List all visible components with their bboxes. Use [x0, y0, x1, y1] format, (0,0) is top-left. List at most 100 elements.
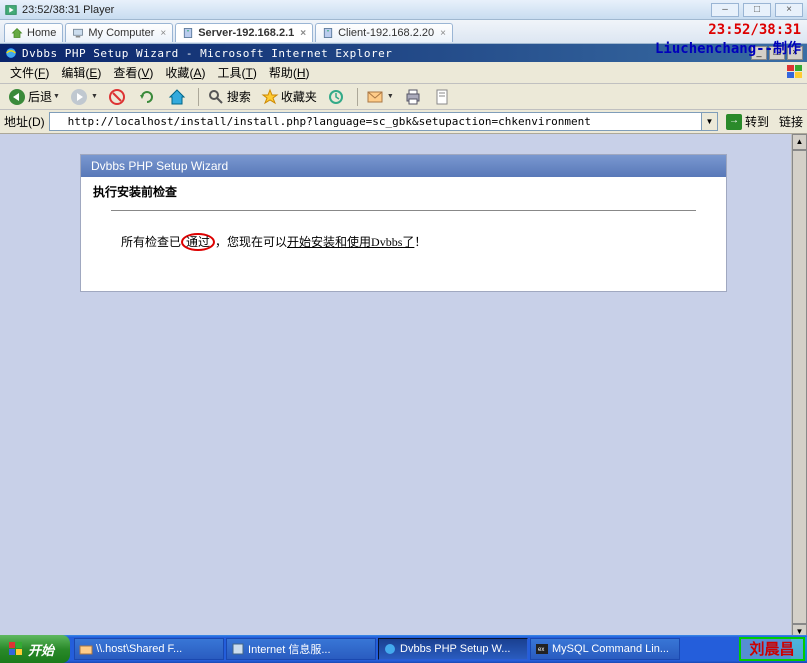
ie-title: Dvbbs PHP Setup Wizard - Microsoft Inter…	[22, 47, 749, 60]
close-button[interactable]: ×	[775, 3, 803, 17]
overlay-watermark: 23:52/38:31 Liuchenchang--制作	[655, 22, 801, 58]
body-text: ！	[414, 235, 426, 249]
menu-view[interactable]: 查看(V)	[107, 62, 159, 83]
taskbar-item-mysql[interactable]: ex MySQL Command Lin...	[530, 638, 680, 660]
taskbar-item-iis[interactable]: Internet 信息服...	[226, 638, 376, 660]
tab-mycomputer[interactable]: My Computer ×	[65, 23, 173, 42]
favorites-label: 收藏夹	[281, 88, 317, 105]
dropdown-icon: ▼	[91, 93, 98, 100]
addressbar: 地址(D) ▼ 转到 链接	[0, 110, 807, 134]
history-icon	[327, 88, 345, 106]
tab-client[interactable]: Client-192.168.2.20 ×	[315, 23, 453, 42]
menubar: 文件(F) 编辑(E) 查看(V) 收藏(A) 工具(T) 帮助(H)	[0, 62, 807, 84]
search-button[interactable]: 搜索	[203, 86, 255, 108]
tab-close-icon[interactable]: ×	[160, 28, 166, 39]
windows-flag-icon	[8, 641, 24, 657]
wizard-header: Dvbbs PHP Setup Wizard	[81, 155, 726, 177]
edit-icon	[434, 88, 452, 106]
home-button[interactable]	[164, 86, 192, 108]
wizard-subheading: 执行安装前检查	[81, 177, 726, 206]
vertical-scrollbar[interactable]: ▲ ▼	[791, 134, 807, 640]
taskbar-item-shared[interactable]: \\.host\Shared F...	[74, 638, 224, 660]
forward-icon	[70, 88, 88, 106]
divider	[111, 210, 696, 211]
toolbar: 后退 ▼ ▼ 搜索 收藏夹	[0, 84, 807, 110]
mail-button[interactable]: ▼	[362, 86, 398, 108]
client-icon	[322, 27, 334, 39]
taskbar-items: \\.host\Shared F... Internet 信息服... Dvbb…	[70, 636, 791, 662]
favorites-button[interactable]: 收藏夹	[257, 86, 321, 108]
home-icon	[168, 88, 186, 106]
back-icon	[8, 88, 26, 106]
go-button[interactable]: 转到	[722, 111, 773, 132]
start-label: 开始	[28, 640, 54, 659]
address-input[interactable]	[49, 112, 702, 131]
player-icon	[4, 3, 18, 17]
menu-help[interactable]: 帮助(H)	[263, 62, 316, 83]
refresh-button[interactable]	[134, 86, 162, 108]
svg-text:ex: ex	[538, 647, 544, 653]
computer-icon	[72, 27, 84, 39]
taskbar-item-label: \\.host\Shared F...	[96, 643, 182, 655]
overlay-author: Liuchenchang--制作	[655, 38, 801, 58]
start-button[interactable]: 开始	[0, 635, 70, 663]
print-button[interactable]	[400, 86, 428, 108]
overlay-time: 23:52/38:31	[655, 22, 801, 38]
dropdown-icon: ▼	[53, 93, 60, 100]
forward-button[interactable]: ▼	[66, 86, 102, 108]
body-text: 所有检查已	[121, 235, 181, 249]
mail-icon	[366, 88, 384, 106]
tab-server[interactable]: Server-192.168.2.1 ×	[175, 23, 313, 42]
maximize-button[interactable]: □	[743, 3, 771, 17]
tab-label: Home	[27, 27, 56, 39]
search-label: 搜索	[227, 88, 251, 105]
separator	[357, 88, 358, 106]
print-icon	[404, 88, 422, 106]
player-titlebar: 23:52/38:31 Player – □ ×	[0, 0, 807, 20]
tab-close-icon[interactable]: ×	[440, 28, 446, 39]
back-label: 后退	[28, 88, 52, 105]
menu-favorites[interactable]: 收藏(A)	[159, 62, 211, 83]
search-icon	[207, 88, 225, 106]
stop-icon	[108, 88, 126, 106]
scroll-up-button[interactable]: ▲	[792, 134, 807, 150]
edit-button[interactable]	[430, 86, 458, 108]
go-label: 转到	[745, 113, 769, 130]
address-dropdown-button[interactable]: ▼	[702, 112, 718, 131]
menu-file[interactable]: 文件(F)	[4, 62, 55, 83]
tab-home[interactable]: Home	[4, 23, 63, 42]
links-button[interactable]: 链接	[779, 113, 803, 130]
console-icon: ex	[535, 642, 549, 656]
ie-icon	[383, 642, 397, 656]
tab-label: Server-192.168.2.1	[198, 27, 294, 39]
minimize-button[interactable]: –	[711, 3, 739, 17]
go-icon	[726, 114, 742, 130]
circled-pass: 通过	[181, 233, 215, 251]
taskbar-item-label: MySQL Command Lin...	[552, 643, 669, 655]
taskbar-item-dvbbs[interactable]: Dvbbs PHP Setup W...	[378, 638, 528, 660]
install-link[interactable]: 开始安装和使用Dvbbs了	[287, 235, 414, 249]
player-title: 23:52/38:31 Player	[22, 4, 711, 16]
back-button[interactable]: 后退 ▼	[4, 86, 64, 108]
windows-logo-icon	[785, 63, 805, 81]
tab-close-icon[interactable]: ×	[300, 28, 306, 39]
ie-window: Dvbbs PHP Setup Wizard - Microsoft Inter…	[0, 44, 807, 660]
separator	[198, 88, 199, 106]
stop-button[interactable]	[104, 86, 132, 108]
watermark-name: 刘晨昌	[739, 637, 805, 661]
ie-icon	[4, 46, 18, 60]
taskbar-item-label: Internet 信息服...	[248, 641, 331, 657]
taskbar: 开始 \\.host\Shared F... Internet 信息服... D…	[0, 635, 807, 663]
wizard-panel: Dvbbs PHP Setup Wizard 执行安装前检查 所有检查已通过，您…	[80, 154, 727, 292]
history-button[interactable]	[323, 86, 351, 108]
taskbar-item-label: Dvbbs PHP Setup W...	[400, 643, 510, 655]
tab-label: My Computer	[88, 27, 154, 39]
iis-icon	[231, 642, 245, 656]
menu-edit[interactable]: 编辑(E)	[55, 62, 107, 83]
body-text: ，您现在可以	[215, 235, 287, 249]
menu-tools[interactable]: 工具(T)	[211, 62, 262, 83]
star-icon	[261, 88, 279, 106]
address-label: 地址(D)	[4, 113, 45, 130]
scroll-thumb[interactable]	[792, 150, 807, 624]
server-icon	[182, 27, 194, 39]
